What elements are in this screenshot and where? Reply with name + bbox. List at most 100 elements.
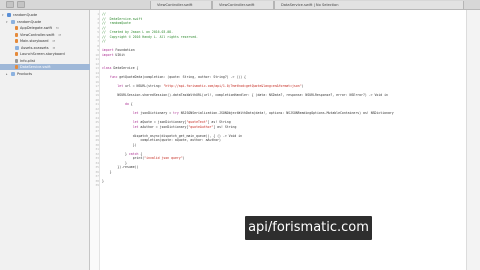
line-number: 23 (95, 111, 99, 115)
code-line[interactable]: import Foundation (102, 48, 135, 52)
code-line[interactable]: dispatch_async(dispatch_get_main_queue()… (102, 134, 242, 138)
caption-text: api/forismatic.com (248, 220, 369, 235)
code-line[interactable]: let aQuote = jsonDictionary["quoteText"]… (102, 120, 231, 124)
line-number: 28 (95, 133, 99, 138)
code-line[interactable]: } (102, 170, 112, 174)
code-token: // (102, 25, 106, 30)
code-token: } (102, 169, 112, 174)
navigator-item[interactable]: Info.plist (0, 58, 90, 64)
line-number: 9 (97, 48, 99, 52)
line-number: 11 (95, 57, 99, 61)
code-line[interactable]: NSURLSession.sharedSession().dataTaskWit… (102, 93, 388, 97)
code-token: import (102, 52, 114, 57)
disclosure-triangle-icon[interactable]: ▸ (6, 71, 9, 77)
editor-scrollbar[interactable] (466, 10, 480, 270)
line-number: 22 (95, 106, 99, 111)
code-line[interactable]: func getQuoteData(completion: (quote: St… (102, 75, 246, 79)
navigator-item[interactable]: ▾ randomQuote (0, 12, 90, 18)
code-line[interactable]: // Created by Jason L on 2016-03-08. (102, 30, 173, 34)
line-number: 18 (95, 88, 99, 93)
code-token: } (102, 178, 104, 183)
navigator-item[interactable]: ▸ Products (0, 71, 90, 77)
code-line[interactable]: do { (102, 102, 133, 106)
navigator-item[interactable]: AppDelegate.swift M (0, 25, 90, 31)
navigator-item[interactable]: ▾ randomQuote (0, 19, 90, 25)
swift-file-icon (15, 65, 18, 69)
code-token: // Copyright © 2016 Handy L. All rights … (102, 34, 198, 39)
code-token: DataService { (111, 66, 139, 70)
code-line[interactable]: import UIKit (102, 53, 125, 57)
navigator-item-label: Main.storyboard (20, 39, 49, 43)
code-line[interactable]: } catch { (102, 152, 142, 156)
swift-file-icon (15, 32, 18, 37)
tab-data-service[interactable]: DataService.swift | No Selection (274, 1, 464, 9)
line-number: 38 (95, 178, 99, 183)
line-number: 5 (97, 30, 99, 34)
window-controls (6, 1, 25, 9)
line-number: 4 (97, 25, 99, 30)
code-token: }) (102, 142, 137, 147)
code-token: url = NSURL(string: (123, 84, 164, 88)
source-control-badge: M (52, 39, 56, 43)
code-token: ] as! String (207, 120, 231, 124)
tab-view-controller-2[interactable]: ViewController.swift (212, 1, 274, 9)
code-token: aAuthor = jsonDictionary[ (138, 124, 189, 129)
back-button[interactable] (17, 1, 25, 8)
line-number: 34 (95, 160, 99, 165)
code-line[interactable]: // (102, 39, 106, 43)
line-number: 31 (95, 147, 99, 151)
code-line[interactable]: // DataService.swift (102, 17, 142, 21)
code-line[interactable]: let jsonDictionary = try NSJSONSerializa… (102, 111, 394, 115)
code-line[interactable]: }) (102, 143, 137, 147)
swift-file-icon (15, 52, 18, 56)
code-line[interactable]: // (102, 12, 106, 16)
navigator-item[interactable]: ViewController.swift M (0, 32, 90, 38)
code-token: // (102, 39, 106, 43)
line-number: 6 (97, 34, 99, 39)
tab-view-controller[interactable]: ViewController.swift (150, 1, 212, 9)
navigator-item[interactable]: LaunchScreen.storyboard (0, 51, 90, 57)
code-line[interactable]: // (102, 26, 106, 30)
navigator-item[interactable]: Assets.xcassets M (0, 45, 90, 51)
code-line[interactable]: print("invalid json query") (102, 156, 185, 160)
line-number: 21 (95, 102, 99, 106)
line-number: 26 (95, 124, 99, 129)
code-token: Foundation (113, 48, 135, 52)
code-line[interactable]: completion(quote: aQuote, author: aAutho… (102, 138, 221, 142)
line-number: 2 (97, 16, 99, 21)
code-line[interactable]: } (102, 179, 104, 183)
code-line[interactable]: }).resume() (102, 165, 138, 169)
code-line[interactable]: let url = NSURL(string: "http://api.fori… (102, 84, 303, 88)
navigator-item-label: DataService.swift (20, 65, 51, 69)
code-token: jsonDictionary = (138, 111, 174, 115)
code-line[interactable]: } (102, 161, 127, 165)
line-number: 19 (95, 93, 99, 97)
line-number: 13 (95, 66, 99, 70)
line-number: 16 (95, 79, 99, 84)
code-token: NSURLSession.sharedSession().dataTaskWit… (102, 93, 388, 97)
navigator-toggle-button[interactable] (6, 1, 14, 8)
navigator-item-label: Info.plist (20, 58, 36, 63)
code-line[interactable]: class DataService { (102, 66, 138, 70)
code-token: "quoteAuthor" (188, 124, 214, 129)
line-number: 20 (95, 97, 99, 102)
code-token: getQuoteData(completion: (quote: String,… (117, 75, 246, 79)
navigator-item-label: AppDelegate.swift (20, 26, 53, 30)
code-token: ] as! String (213, 124, 237, 129)
line-number: 15 (95, 75, 99, 79)
code-token: // DataService.swift (102, 16, 143, 21)
line-number: 8 (97, 43, 99, 48)
code-line[interactable]: // randomQuote (102, 21, 131, 25)
line-number-gutter: 1 2 3 4 5 6 7 8 9 10 11 12 13 14 15 16 17 18 19 20 21 22 23 24 2… (90, 10, 100, 270)
code-token: // (102, 12, 106, 16)
navigator-item[interactable]: Main.storyboard M (0, 38, 90, 44)
navigator-item[interactable]: DataService.swift (0, 64, 90, 70)
code-line[interactable]: // Copyright © 2016 Handy L. All rights … (102, 35, 198, 39)
disclosure-triangle-icon[interactable]: ▾ (2, 12, 5, 18)
code-token: completion(quote: aQuote, author: aAutho… (102, 138, 221, 142)
source-control-badge: M (58, 32, 62, 37)
disclosure-triangle-icon[interactable]: ▾ (6, 19, 9, 25)
code-line[interactable]: let aAuthor = jsonDictionary["quoteAutho… (102, 124, 237, 129)
navigator-item-label: randomQuote (13, 13, 38, 17)
